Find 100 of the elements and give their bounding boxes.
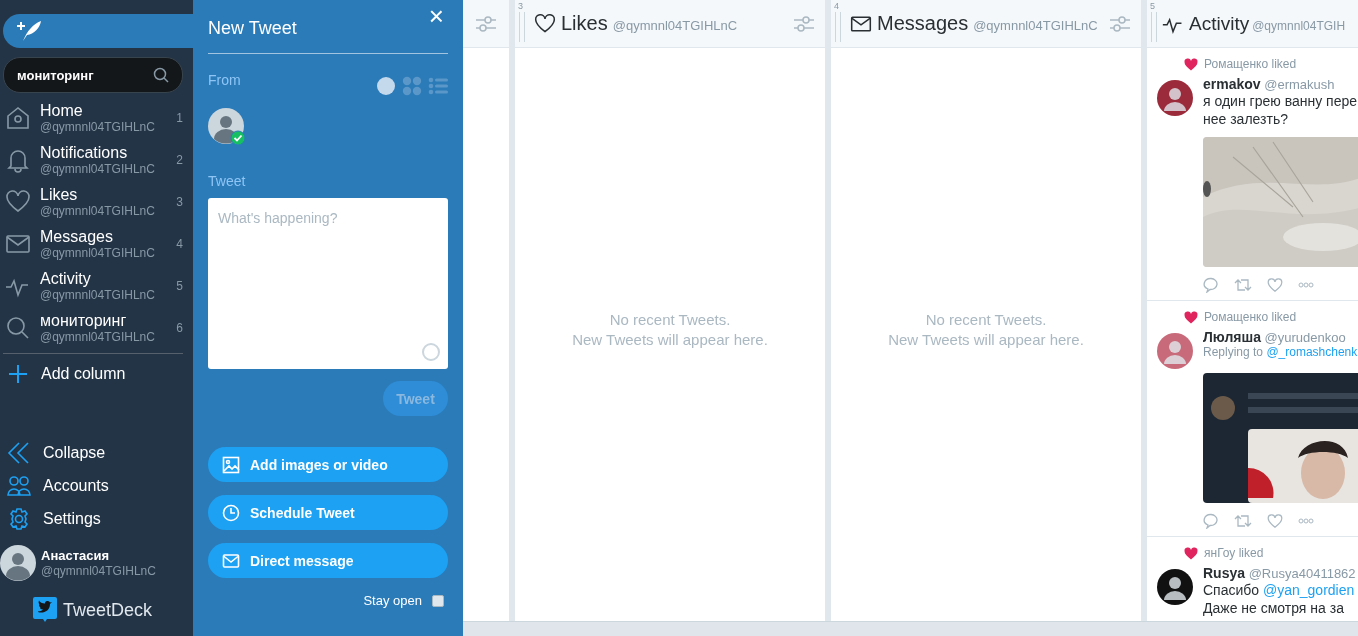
envelope-icon [222,551,240,570]
liked-by: Ромащенко liked [1204,57,1297,71]
author-handle: @yurudenkoo [1264,330,1346,345]
accounts-button[interactable]: Accounts [0,469,193,502]
character-count-ring-icon [421,342,441,362]
column-number: 3 [518,1,523,11]
empty-message: No recent Tweets. [925,309,1047,330]
account-handle: @qymnnl04TGIHLnC [40,203,156,219]
settings-button[interactable]: Settings [0,502,193,535]
column-title: Likes [561,12,608,35]
column-number: 1 [176,111,183,125]
account-handle: @qymnnl04TGIHLnC [41,564,157,579]
column-title: мониторинг [40,311,128,330]
account-handle: @qymnnl04TGIHLnC [612,18,739,33]
list-icon[interactable] [428,76,448,96]
more-icon[interactable] [1298,518,1314,524]
add-column-button[interactable]: Add column [0,360,193,388]
column-nav-item[interactable]: мониторинг @qymnnl04TGIHLnC 6 [0,307,193,349]
image-icon [222,455,240,474]
empty-message: No recent Tweets. [609,309,731,330]
single-account-icon[interactable] [376,76,396,96]
column-number: 5 [1150,1,1155,11]
heart-icon [1184,310,1198,324]
column-title: Activity [1189,12,1250,35]
from-label: From [208,72,241,90]
filter-sliders-icon[interactable] [1109,13,1131,34]
account-handle: @qymnnl04TGIHLnC [40,119,156,135]
column-title: Messages [40,227,114,246]
account-handle: @qymnnl04TGIHLnC [973,18,1099,33]
empty-message: New Tweets will appear here. [572,329,768,350]
column-nav-item[interactable]: Messages @qymnnl04TGIHLnC 4 [0,223,193,265]
selected-account-avatar-icon[interactable] [208,108,246,146]
tweet-text: Спасибо [1203,582,1261,598]
bird-logo-icon [33,597,57,623]
column-title: Notifications [40,143,129,162]
brand-name: TweetDeck [63,599,153,621]
heart-icon[interactable] [1267,277,1283,293]
author-handle: @ermakush [1264,77,1335,92]
avatar-icon [0,545,36,581]
double-chevron-icon [7,440,31,465]
drag-handle[interactable] [519,11,525,42]
column-title: Activity [40,269,92,288]
close-button[interactable]: × [428,6,444,26]
retweet-icon[interactable] [1234,513,1252,529]
people-icon [7,473,31,498]
column-number: 6 [176,321,183,335]
filter-sliders-icon[interactable] [793,13,815,34]
stay-open-checkbox[interactable] [432,594,444,607]
search-icon [153,67,169,83]
column-title: Home [40,101,84,120]
search-field[interactable]: мониторинг [3,57,183,93]
liked-by: янГоу liked [1204,546,1264,560]
heart-icon[interactable] [1267,513,1283,529]
user-name: Анастасия [41,547,111,564]
collapse-button[interactable]: Collapse [0,436,193,469]
replying-label: Replying to [1203,345,1265,359]
tweet-label: Tweet [208,173,247,189]
compose-button[interactable] [3,14,193,48]
plus-icon [7,363,29,385]
column-number: 3 [176,195,183,209]
column-title: Messages [877,12,969,35]
reply-icon[interactable] [1203,513,1219,529]
tweet-text: Даже не смотря на за [1203,599,1345,617]
column-number: 4 [176,237,183,251]
liked-by: Ромащенко liked [1204,310,1297,324]
grid-icon[interactable] [402,76,422,96]
clock-icon [222,503,240,522]
drag-handle[interactable] [1151,11,1157,42]
drag-handle[interactable] [835,11,841,42]
search-icon [5,315,31,341]
settings-icon [7,506,31,531]
stay-open-label: Stay open [363,593,422,608]
more-icon[interactable] [1298,282,1314,288]
account-handle: @qymnnl04TGIH [1252,18,1347,33]
column-title: Likes [40,185,79,204]
heart-icon [534,12,556,35]
column-nav-item[interactable]: Home @qymnnl04TGIHLnC 1 [0,97,193,139]
column-number: 2 [176,153,183,167]
account-handle: @qymnnl04TGIHLnC [40,161,156,177]
panel-title: New Tweet [208,18,297,39]
heart-icon [5,189,31,215]
reply-icon[interactable] [1203,277,1219,293]
heart-icon [1184,57,1198,71]
heart-icon [1184,546,1198,560]
filter-sliders-icon[interactable] [475,13,497,34]
author-name: ermakov [1203,76,1261,92]
author-name: Люляша [1203,329,1261,345]
column-number: 5 [176,279,183,293]
bell-icon [5,147,31,173]
column-nav-item[interactable]: Activity @qymnnl04TGIHLnC 5 [0,265,193,307]
tweet-text: я один грею ванну пере нее залезть? [1203,92,1358,128]
column-nav-item[interactable]: Likes @qymnnl04TGIHLnC 3 [0,181,193,223]
account-handle: @qymnnl04TGIHLnC [40,287,156,303]
empty-message: New Tweets will appear here. [888,329,1084,350]
account-handle: @qymnnl04TGIHLnC [40,245,156,261]
author-handle: @Rusya40411862 [1248,566,1356,581]
account-handle: @qymnnl04TGIHLnC [40,329,156,345]
column-nav-item[interactable]: Notifications @qymnnl04TGIHLnC 2 [0,139,193,181]
retweet-icon[interactable] [1234,277,1252,293]
author-name: Rusya [1203,565,1246,581]
